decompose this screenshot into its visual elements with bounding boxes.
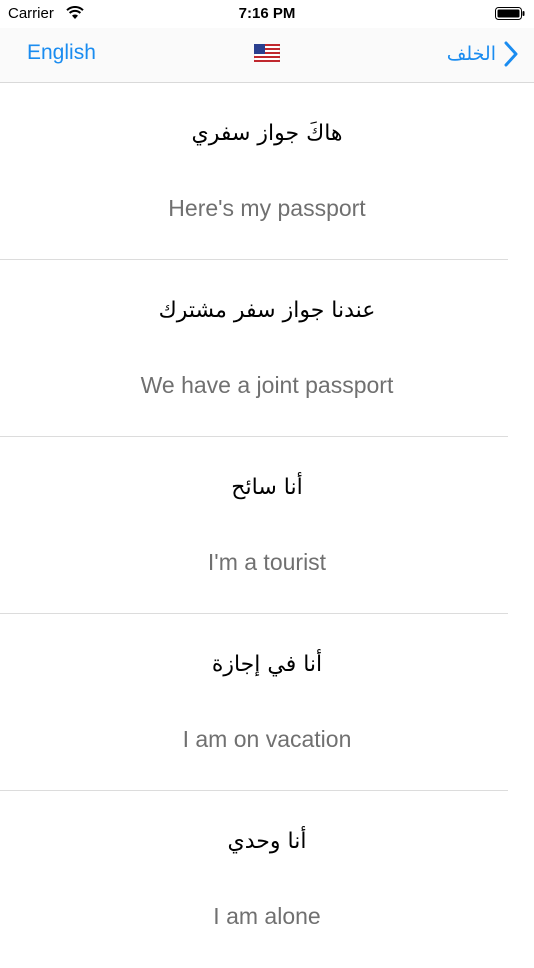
phrase-row[interactable]: أنا سائح I'm a tourist bbox=[0, 437, 534, 614]
navigation-bar: English الخلف bbox=[0, 28, 534, 83]
arabic-phrase: أنا سائح bbox=[231, 475, 303, 500]
english-translation: I am alone bbox=[213, 903, 321, 929]
phrase-list: هاكَ جواز سفري Here's my passport عندنا … bbox=[0, 83, 534, 968]
arabic-phrase: أنا في إجازة bbox=[211, 652, 323, 677]
english-translation: I'm a tourist bbox=[207, 549, 327, 575]
english-translation: I am on vacation bbox=[182, 726, 352, 752]
battery-icon bbox=[495, 7, 525, 20]
status-bar: Carrier 7:16 PM bbox=[0, 0, 534, 28]
us-flag-icon bbox=[254, 44, 280, 62]
english-translation: We have a joint passport bbox=[140, 372, 394, 398]
chevron-right-icon bbox=[504, 41, 518, 67]
status-time: 7:16 PM bbox=[238, 5, 296, 22]
phrase-row[interactable]: أنا في إجازة I am on vacation bbox=[0, 614, 534, 791]
back-button[interactable]: الخلف bbox=[447, 39, 518, 69]
english-translation: Here's my passport bbox=[168, 195, 366, 221]
phrase-row[interactable]: أنا وحدي I am alone bbox=[0, 791, 534, 968]
arabic-phrase: أنا وحدي bbox=[227, 829, 307, 854]
back-label: الخلف bbox=[446, 43, 496, 65]
arabic-phrase: عندنا جواز سفر مشترك bbox=[158, 298, 376, 323]
arabic-phrase: هاكَ جواز سفري bbox=[191, 121, 343, 146]
phrase-row[interactable]: عندنا جواز سفر مشترك We have a joint pas… bbox=[0, 260, 534, 437]
phrase-row[interactable]: هاكَ جواز سفري Here's my passport bbox=[0, 83, 534, 260]
language-button[interactable]: English bbox=[27, 41, 96, 65]
